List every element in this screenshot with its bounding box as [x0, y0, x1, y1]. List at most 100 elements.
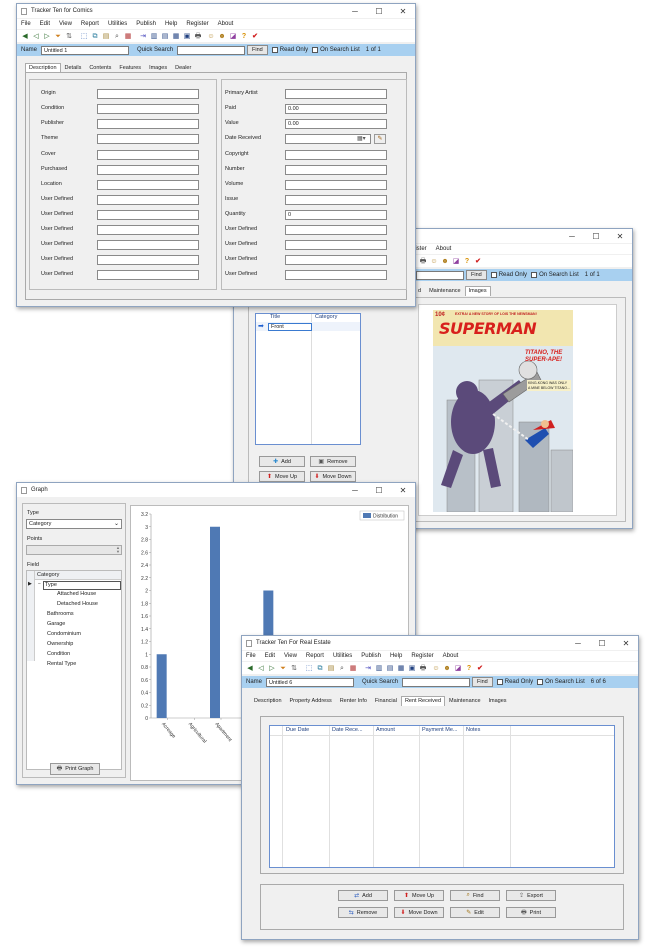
col-title[interactable]: Title [270, 314, 280, 320]
tab-rent-received[interactable]: Rent Received [400, 696, 446, 706]
image-list[interactable]: Title Category ➡ Front [255, 313, 361, 445]
cover-field[interactable] [97, 150, 199, 160]
first-record-icon[interactable]: ◀ [20, 31, 30, 41]
user-defined-field[interactable] [97, 270, 199, 280]
window-icon[interactable]: ▣ [407, 663, 417, 673]
menu-register[interactable]: Register [186, 21, 208, 27]
copyright-field[interactable] [285, 150, 387, 160]
funnel-icon[interactable]: ⏷ [278, 663, 288, 673]
menu-report[interactable]: Report [306, 653, 324, 659]
tool-icon[interactable]: ⬚ [304, 663, 314, 673]
print-button[interactable]: 🖶 Print [506, 907, 556, 918]
tab-financial[interactable]: Financial [371, 696, 401, 706]
find-button[interactable]: Find [472, 677, 493, 687]
maximize-icon[interactable]: ☐ [367, 483, 391, 497]
import-icon[interactable]: ⇥ [363, 663, 373, 673]
read-only-checkbox[interactable] [490, 272, 497, 278]
tree-item-rental-type[interactable]: Rental Type [47, 661, 76, 670]
print-icon[interactable]: 🖶 [418, 663, 428, 673]
maximize-icon[interactable]: ☐ [584, 229, 608, 243]
minimize-icon[interactable]: ─ [566, 636, 590, 650]
import-icon[interactable]: ⇥ [138, 31, 148, 41]
value-field[interactable]: 0.00 [285, 119, 387, 129]
grid-icon[interactable]: ▦ [348, 663, 358, 673]
sort-icon[interactable]: ⇅ [289, 663, 299, 673]
on-search-list-checkbox[interactable] [531, 272, 538, 278]
remove-button[interactable]: ⇆ Remove [338, 907, 388, 918]
menu-file[interactable]: File [246, 653, 256, 659]
table-icon[interactable]: ▦ [171, 31, 181, 41]
menu-edit[interactable]: Edit [40, 21, 50, 27]
menu-view[interactable]: View [59, 21, 72, 27]
help-icon[interactable]: ? [464, 663, 474, 673]
print-graph-button[interactable]: 🖶 Print Graph [50, 763, 100, 775]
on-search-list-checkbox[interactable] [537, 679, 544, 685]
add-image-button[interactable]: ✚ Add [259, 456, 305, 467]
menu-view[interactable]: View [284, 653, 297, 659]
collapse-icon[interactable]: − [38, 581, 41, 587]
paste-icon[interactable]: ▤ [326, 663, 336, 673]
close-icon[interactable]: ✕ [614, 636, 638, 650]
images-search-input[interactable] [416, 270, 464, 280]
user-defined-field[interactable] [97, 195, 199, 205]
minimize-icon[interactable]: ─ [343, 483, 367, 497]
tab-description[interactable]: Description [250, 696, 286, 706]
tree-item-detached-house[interactable]: Detached House [57, 601, 98, 610]
volume-field[interactable] [285, 180, 387, 190]
col-payment-method[interactable]: Payment Me... [422, 727, 457, 733]
list-item[interactable]: ➡ Front [256, 322, 360, 331]
menu-help[interactable]: Help [390, 653, 402, 659]
publisher-field[interactable] [97, 119, 199, 129]
tree-item-ownership[interactable]: Ownership [47, 641, 73, 650]
tab-images[interactable]: Images [485, 696, 511, 706]
copy-icon[interactable]: ⧉ [90, 31, 100, 41]
add-button[interactable]: ⇄ Add [338, 890, 388, 901]
name-input[interactable]: Untitled 1 [41, 45, 130, 55]
field-tree[interactable]: Category ▶ − Type Attached House Detache… [26, 570, 122, 770]
read-only-checkbox[interactable] [271, 47, 278, 53]
tool-icon[interactable]: ⬚ [79, 31, 89, 41]
points-stepper[interactable]: ▲ ▼ [26, 545, 122, 555]
menu-utilities[interactable]: Utilities [108, 21, 127, 27]
name-input[interactable]: Untitled 6 [266, 677, 355, 687]
maximize-icon[interactable]: ☐ [367, 4, 391, 18]
print-icon[interactable]: 🖶 [193, 31, 203, 41]
quantity-field[interactable]: 0 [285, 210, 387, 220]
print-icon[interactable]: 🖶 [418, 256, 428, 266]
group-icon[interactable]: ☻ [440, 256, 450, 266]
grid-icon[interactable]: ▦ [123, 31, 133, 41]
read-only-checkbox[interactable] [496, 679, 503, 685]
user-defined-field[interactable] [285, 270, 387, 280]
export-icon[interactable]: ◪ [228, 31, 238, 41]
on-search-list-checkbox[interactable] [312, 47, 319, 53]
col-date-received[interactable]: Date Rece... [332, 727, 363, 733]
images-find-button[interactable]: Find [466, 270, 487, 280]
number-field[interactable] [285, 165, 387, 175]
col-category[interactable]: Category [315, 314, 337, 320]
stepper-arrows-icon[interactable]: ▲ ▼ [116, 546, 120, 554]
next-record-icon[interactable]: ▷ [267, 663, 277, 673]
condition-field[interactable] [97, 104, 199, 114]
user-defined-field[interactable] [97, 255, 199, 265]
export-icon[interactable]: ◪ [451, 256, 461, 266]
people-icon[interactable]: ☺ [431, 663, 441, 673]
rent-grid[interactable]: Due Date Date Rece... Amount Payment Me.… [269, 725, 615, 868]
menu-register[interactable]: Register [411, 653, 433, 659]
close-icon[interactable]: ✕ [391, 483, 415, 497]
menu-about[interactable]: About [443, 653, 459, 659]
people-icon[interactable]: ☺ [206, 31, 216, 41]
paste-icon[interactable]: ▤ [101, 31, 111, 41]
menu-help[interactable]: Help [165, 21, 177, 27]
table-icon[interactable]: ▦ [396, 663, 406, 673]
database-icon[interactable]: ▥ [374, 663, 384, 673]
menu-file[interactable]: File [21, 21, 31, 27]
menu-about[interactable]: About [218, 21, 234, 27]
user-defined-field[interactable] [97, 225, 199, 235]
user-defined-field[interactable] [285, 225, 387, 235]
list-icon[interactable]: ▤ [385, 663, 395, 673]
tab-property-address[interactable]: Property Address [286, 696, 336, 706]
theme-field[interactable] [97, 134, 199, 144]
col-due-date[interactable]: Due Date [286, 727, 309, 733]
check-icon[interactable]: ✔ [250, 31, 260, 41]
tab-maintenance[interactable]: Maintenance [445, 696, 485, 706]
